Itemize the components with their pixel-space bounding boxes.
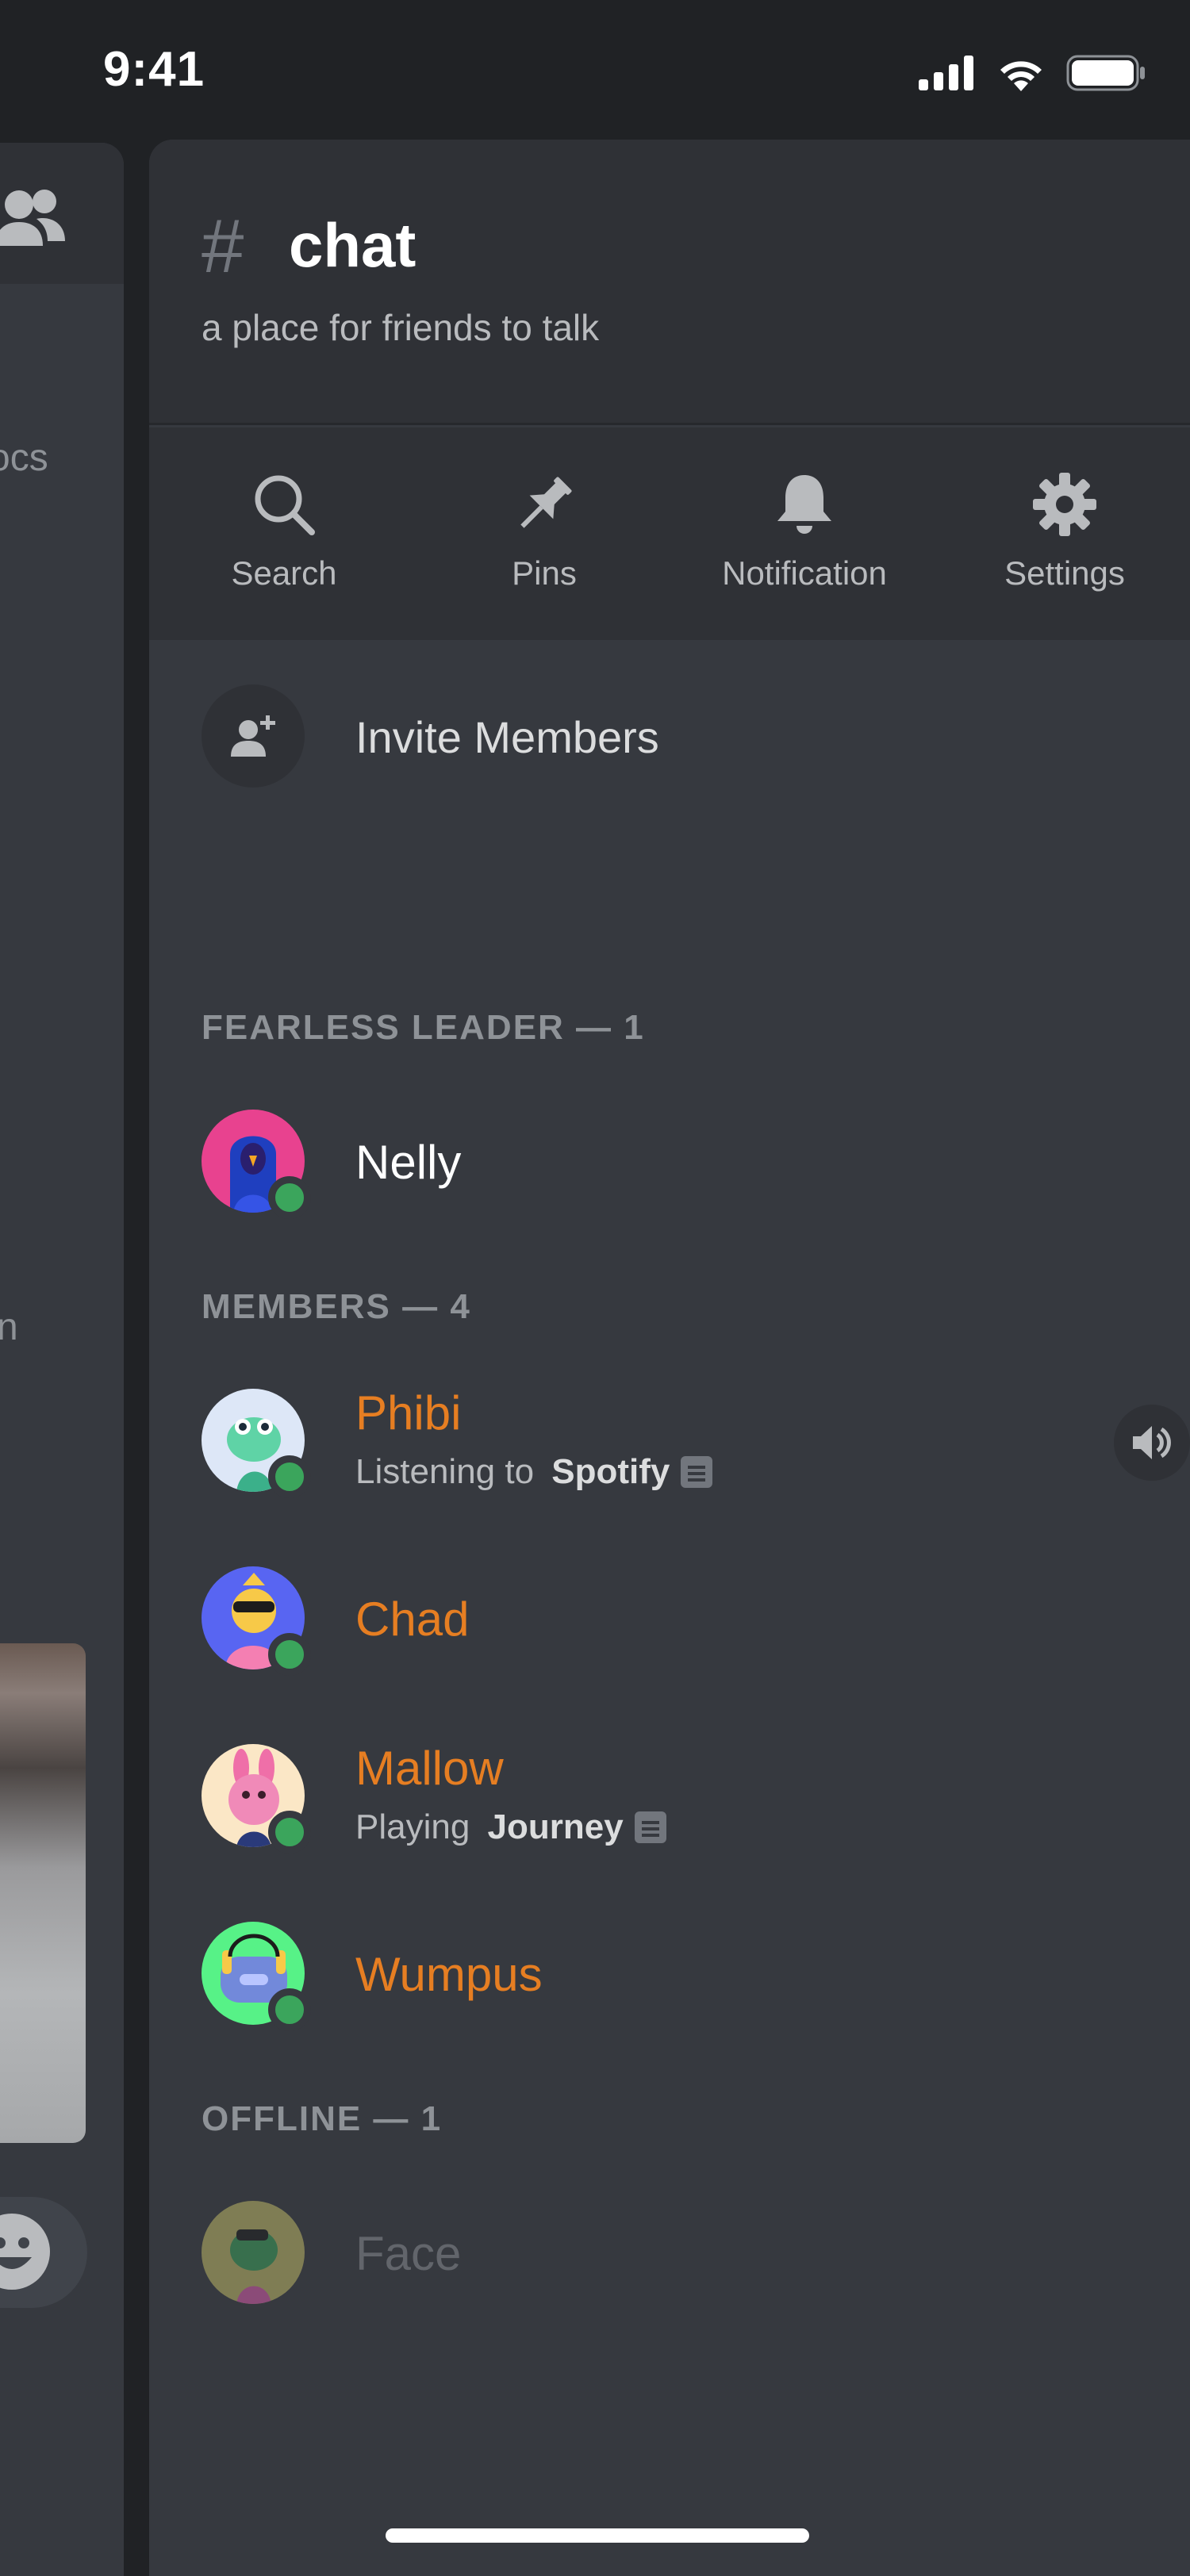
settings-label: Settings: [1004, 554, 1125, 592]
member-name: Face: [355, 2227, 462, 2280]
channel-topic: a place for friends to talk: [202, 307, 600, 348]
avatar: [202, 1744, 311, 1853]
search-button[interactable]: Search: [154, 427, 414, 640]
avatar: [202, 2201, 305, 2304]
pin-icon: [509, 469, 580, 540]
search-icon: [248, 469, 320, 540]
add-person-icon: [231, 715, 275, 757]
invite-members-button[interactable]: Invite Members: [202, 684, 1074, 788]
channel-hash-icon: #: [202, 204, 244, 289]
member-row-nelly[interactable]: Nelly: [202, 1110, 1138, 1219]
wifi-icon: [1000, 61, 1042, 91]
members-icon[interactable]: [0, 181, 71, 252]
voice-activity-button[interactable]: [1114, 1405, 1190, 1481]
online-status-dot: [268, 1811, 311, 1853]
member-name: Wumpus: [355, 1948, 543, 2001]
channel-name: chat: [289, 210, 416, 280]
member-row-chad[interactable]: Chad: [202, 1566, 1138, 1676]
activity-name: Journey: [487, 1807, 624, 1846]
avatar: [202, 1389, 311, 1498]
section-header-leader: FEARLESS LEADER — 1: [202, 1008, 645, 1047]
channel-header: # chat a place for friends to talk: [149, 140, 1190, 425]
member-name: Nelly: [355, 1136, 462, 1189]
avatar: [202, 1110, 311, 1219]
status-time: 9:41: [103, 42, 205, 97]
invite-members-label: Invite Members: [355, 712, 659, 762]
online-status-dot: [268, 1988, 311, 2031]
member-name: Mallow: [355, 1742, 504, 1795]
settings-button[interactable]: Settings: [935, 427, 1190, 640]
status-bar: 9:41: [0, 0, 1190, 143]
member-row-mallow[interactable]: Mallow Playing Journey: [202, 1742, 1138, 1853]
online-status-dot: [268, 1176, 311, 1219]
activity-prefix: Playing: [355, 1807, 480, 1846]
member-name: Chad: [355, 1593, 470, 1646]
channel-toolbar: Search Pins Notification Settings: [149, 427, 1190, 640]
home-indicator[interactable]: [386, 2528, 809, 2543]
background-image-attachment: [0, 1643, 86, 2143]
pins-label: Pins: [512, 554, 577, 592]
battery-icon: [1066, 55, 1145, 91]
notification-button[interactable]: Notification: [674, 427, 935, 640]
background-partial-text: ocs: [0, 437, 48, 479]
member-row-phibi[interactable]: Phibi Listening to Spotify: [202, 1386, 1190, 1498]
background-partial-text: n: [0, 1306, 18, 1348]
activity-prefix: Listening to: [355, 1452, 544, 1491]
member-activity: Playing Journey: [355, 1807, 666, 1847]
member-row-wumpus[interactable]: Wumpus: [202, 1922, 1138, 2031]
cellular-signal-icon: [919, 56, 973, 90]
section-header-offline: OFFLINE — 1: [202, 2099, 443, 2138]
speaker-icon: [1133, 1426, 1171, 1459]
notification-label: Notification: [722, 554, 887, 592]
gear-icon: [1029, 469, 1100, 540]
bell-icon: [769, 469, 840, 540]
background-chat-panel: ocs n: [0, 143, 124, 2576]
status-icons: [919, 49, 1146, 97]
activity-name: Spotify: [551, 1452, 670, 1491]
search-label: Search: [231, 554, 337, 592]
member-row-face[interactable]: Face: [202, 2201, 1138, 2304]
section-header-members: MEMBERS — 4: [202, 1287, 471, 1326]
member-activity: Listening to Spotify: [355, 1452, 713, 1492]
member-name: Phibi: [355, 1386, 462, 1439]
avatar: [202, 1566, 311, 1676]
online-status-dot: [268, 1455, 311, 1498]
channel-members-drawer: # chat a place for friends to talk Searc…: [149, 140, 1190, 2576]
pins-button[interactable]: Pins: [414, 427, 674, 640]
rich-presence-icon[interactable]: [634, 1811, 666, 1843]
invite-icon-container: [202, 684, 305, 788]
rich-presence-icon[interactable]: [681, 1456, 713, 1488]
emoji-icon[interactable]: [0, 2208, 56, 2295]
avatar: [202, 1922, 311, 2031]
online-status-dot: [268, 1633, 311, 1676]
member-list: Invite Members FEARLESS LEADER — 1 Nelly: [149, 640, 1190, 2576]
